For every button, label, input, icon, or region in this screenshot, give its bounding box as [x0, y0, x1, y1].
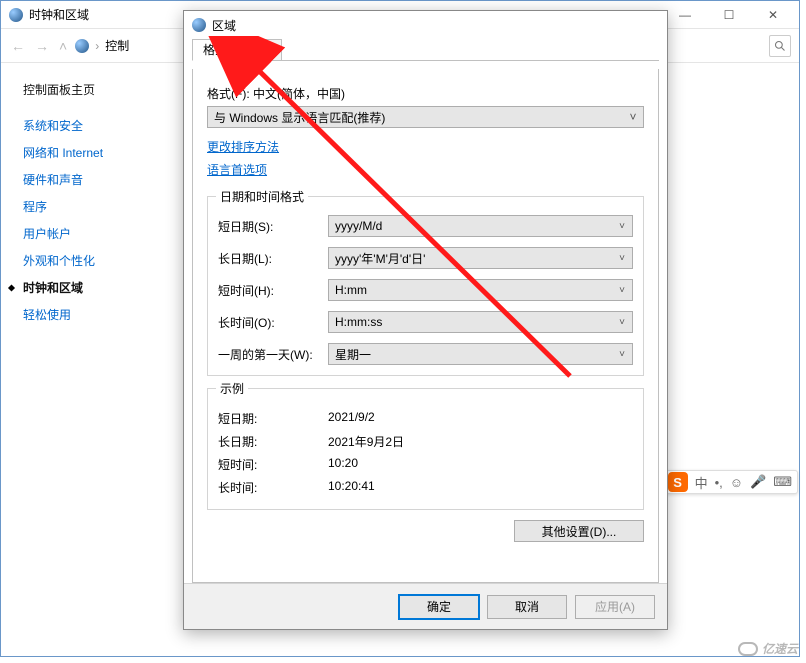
sidebar-item[interactable]: 外观和个性化	[23, 247, 171, 274]
ime-keyboard-icon[interactable]: ⌨	[773, 474, 792, 490]
ime-mic-icon[interactable]: 🎤	[750, 474, 766, 490]
ex-long-date-value: 2021年9月2日	[328, 433, 404, 450]
cp-sidebar: 控制面板主页 系统和安全 网络和 Internet 硬件和声音 程序 用户帐户 …	[1, 63, 171, 656]
first-day-dropdown[interactable]: 星期一 ˅	[328, 343, 633, 365]
globe-icon	[75, 39, 89, 53]
long-date-value: yyyy'年'M'月'd'日'	[335, 250, 425, 267]
group-examples-title: 示例	[216, 380, 248, 397]
first-day-value: 星期一	[335, 346, 371, 363]
format-dropdown-value: 与 Windows 显示语言匹配(推荐)	[214, 109, 385, 126]
sidebar-item-active[interactable]: 时钟和区域	[23, 274, 171, 301]
back-button[interactable]: ←	[9, 38, 27, 54]
forward-button[interactable]: →	[33, 38, 51, 54]
ok-button[interactable]: 确定	[399, 595, 479, 619]
dialog-button-bar: 确定 取消 应用(A)	[184, 583, 667, 629]
globe-icon	[192, 18, 206, 32]
ex-short-date-value: 2021/9/2	[328, 410, 375, 427]
first-day-label: 一周的第一天(W):	[218, 346, 328, 363]
tab-format[interactable]: 格式	[192, 39, 238, 61]
chevron-down-icon: ˅	[613, 345, 631, 363]
group-datetime-title: 日期和时间格式	[216, 188, 308, 205]
ime-punct-icon[interactable]: •,	[715, 475, 723, 490]
breadcrumb-sep: ›	[95, 39, 99, 53]
long-time-value: H:mm:ss	[335, 315, 382, 329]
ex-short-date-label: 短日期:	[218, 410, 328, 427]
sidebar-item[interactable]: 网络和 Internet	[23, 139, 171, 166]
group-examples: 示例 短日期:2021/9/2 长日期:2021年9月2日 短时间:10:20 …	[207, 388, 644, 510]
short-time-label: 短时间(H):	[218, 282, 328, 299]
ex-long-time-label: 长时间:	[218, 479, 328, 496]
sidebar-item[interactable]: 轻松使用	[23, 301, 171, 328]
group-datetime-formats: 日期和时间格式 短日期(S): yyyy/M/d˅ 长日期(L): yyyy'年…	[207, 196, 644, 376]
ex-long-date-label: 长日期:	[218, 433, 328, 450]
link-sort-method[interactable]: 更改排序方法	[207, 138, 279, 155]
chevron-down-icon: ˅	[613, 313, 631, 331]
region-dialog: 区域 格式 管理 格式(F): 中文(简体，中国) 与 Windows 显示语言…	[183, 10, 668, 630]
globe-icon	[9, 8, 23, 22]
breadcrumb-text[interactable]: 控制	[105, 37, 129, 54]
chevron-down-icon: ˅	[613, 281, 631, 299]
maximize-button[interactable]: ☐	[707, 2, 751, 28]
cancel-button[interactable]: 取消	[487, 595, 567, 619]
other-settings-button[interactable]: 其他设置(D)...	[514, 520, 644, 542]
link-language-pref[interactable]: 语言首选项	[207, 161, 267, 178]
dialog-title: 区域	[212, 17, 236, 34]
tab-format-panel: 格式(F): 中文(简体，中国) 与 Windows 显示语言匹配(推荐) ˅ …	[192, 69, 659, 583]
cp-window-title: 时钟和区域	[29, 6, 89, 23]
long-date-dropdown[interactable]: yyyy'年'M'月'd'日' ˅	[328, 247, 633, 269]
short-date-value: yyyy/M/d	[335, 219, 382, 233]
apply-button[interactable]: 应用(A)	[575, 595, 655, 619]
sogou-icon[interactable]: S	[668, 472, 688, 492]
search-icon	[774, 40, 786, 52]
chevron-down-icon: ˅	[624, 108, 642, 126]
short-date-dropdown[interactable]: yyyy/M/d ˅	[328, 215, 633, 237]
short-date-label: 短日期(S):	[218, 218, 328, 235]
sidebar-item[interactable]: 硬件和声音	[23, 166, 171, 193]
tab-admin[interactable]: 管理	[236, 39, 282, 61]
short-time-value: H:mm	[335, 283, 367, 297]
watermark: 亿速云	[738, 640, 798, 657]
format-dropdown[interactable]: 与 Windows 显示语言匹配(推荐) ˅	[207, 106, 644, 128]
ex-long-time-value: 10:20:41	[328, 479, 375, 496]
chevron-down-icon: ˅	[613, 249, 631, 267]
ime-toolbar[interactable]: S 中 •, ☺ 🎤 ⌨	[662, 470, 798, 494]
long-time-dropdown[interactable]: H:mm:ss ˅	[328, 311, 633, 333]
up-button[interactable]: ˄	[57, 38, 69, 54]
dialog-tabstrip: 格式 管理	[192, 39, 659, 61]
watermark-text: 亿速云	[762, 640, 798, 657]
cp-category-list: 系统和安全 网络和 Internet 硬件和声音 程序 用户帐户 外观和个性化 …	[23, 112, 171, 328]
chevron-down-icon: ˅	[613, 217, 631, 235]
format-label: 格式(F): 中文(简体，中国)	[207, 85, 644, 102]
cp-home-link[interactable]: 控制面板主页	[23, 81, 171, 98]
ex-short-time-label: 短时间:	[218, 456, 328, 473]
ime-lang[interactable]: 中	[695, 473, 708, 492]
sidebar-item[interactable]: 系统和安全	[23, 112, 171, 139]
ex-short-time-value: 10:20	[328, 456, 358, 473]
sidebar-item[interactable]: 用户帐户	[23, 220, 171, 247]
dialog-titlebar: 区域	[184, 11, 667, 39]
short-time-dropdown[interactable]: H:mm ˅	[328, 279, 633, 301]
minimize-button[interactable]: —	[663, 2, 707, 28]
cloud-icon	[738, 642, 758, 656]
search-button[interactable]	[769, 35, 791, 57]
ime-emoji-icon[interactable]: ☺	[730, 475, 743, 490]
sidebar-item[interactable]: 程序	[23, 193, 171, 220]
close-button[interactable]: ✕	[751, 2, 795, 28]
long-time-label: 长时间(O):	[218, 314, 328, 331]
long-date-label: 长日期(L):	[218, 250, 328, 267]
